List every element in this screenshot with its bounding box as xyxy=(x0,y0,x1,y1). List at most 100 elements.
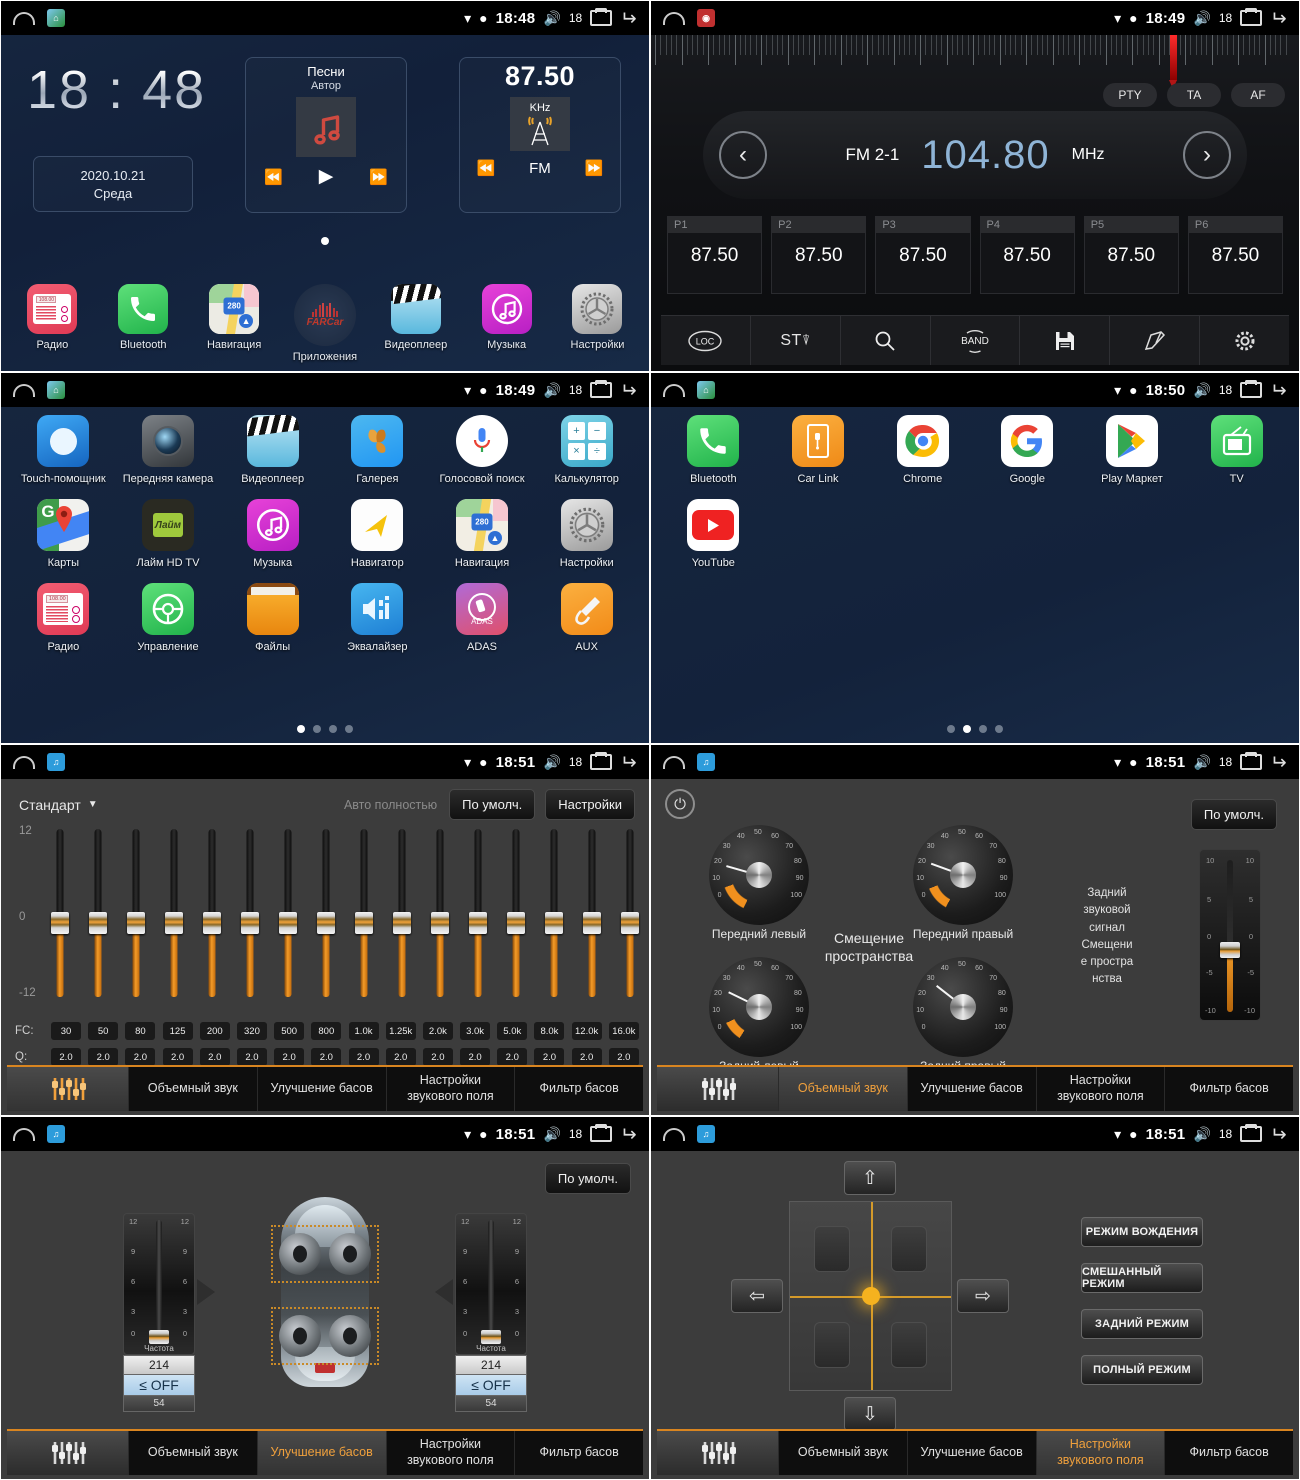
arrow-left-icon[interactable]: ⇦ xyxy=(731,1279,783,1313)
eq-slider-band[interactable] xyxy=(279,829,297,997)
eq-frequency-cell[interactable]: 800 xyxy=(311,1022,342,1040)
eq-q-cell[interactable]: 2.0 xyxy=(125,1048,156,1066)
eq-slider-thumb[interactable] xyxy=(279,912,297,934)
dock-item-video[interactable]: Видеоплеер xyxy=(376,284,456,363)
eq-slider-thumb[interactable] xyxy=(621,912,639,934)
back-arrow-icon[interactable]: ↵ xyxy=(1270,6,1287,31)
tab-equalizer[interactable] xyxy=(657,1431,779,1475)
app-front-camera[interactable]: Передняя камера xyxy=(116,415,221,485)
app-calculator[interactable]: + − × ÷ Калькулятор xyxy=(534,415,639,485)
eq-slider-thumb[interactable] xyxy=(51,912,69,934)
dock-item-radio[interactable]: 108.00 Радио xyxy=(12,284,92,363)
eq-slider-band[interactable] xyxy=(241,829,259,997)
eq-slider-band[interactable] xyxy=(51,829,69,997)
app-bluetooth[interactable]: Bluetooth xyxy=(661,415,766,485)
surround-default-button[interactable]: По умолч. xyxy=(1190,799,1277,830)
recents-icon[interactable] xyxy=(1240,380,1263,398)
eq-slider-band[interactable] xyxy=(583,829,601,997)
eq-slider-thumb[interactable] xyxy=(431,912,449,934)
back-arrow-icon[interactable]: ↵ xyxy=(1270,378,1287,403)
bass-state[interactable]: ≤ OFF xyxy=(123,1375,195,1396)
eq-frequency-cell[interactable]: 200 xyxy=(199,1022,230,1040)
tab-bass-boost[interactable]: Улучшение басов xyxy=(257,1431,387,1475)
eq-q-cell[interactable]: 2.0 xyxy=(422,1048,453,1066)
dock-item-navigation[interactable]: 280 ▲ Навигация xyxy=(194,284,274,363)
knob-rear-left[interactable]: Задний левый 0102030405060708090100 xyxy=(709,957,809,1073)
af-button[interactable]: AF xyxy=(1231,83,1285,107)
equalizer-icon[interactable]: ♫ xyxy=(697,753,715,771)
eq-frequency-cell[interactable]: 5.0k xyxy=(497,1022,528,1040)
mode-driving[interactable]: РЕЖИМ ВОЖДЕНИЯ xyxy=(1081,1217,1203,1247)
bass-value[interactable]: 214 xyxy=(455,1355,527,1375)
recents-icon[interactable] xyxy=(1240,8,1263,26)
eq-slider-band[interactable] xyxy=(203,829,221,997)
home-outline-icon[interactable] xyxy=(13,755,35,769)
eq-q-cell[interactable]: 2.0 xyxy=(385,1048,416,1066)
tab-surround[interactable]: Объемный звук xyxy=(129,1067,258,1111)
app-google[interactable]: Google xyxy=(975,415,1080,485)
eq-slider-band[interactable] xyxy=(127,829,145,997)
recents-icon[interactable] xyxy=(590,752,613,770)
stereo-icon[interactable]: ST ⍒ xyxy=(751,316,841,365)
save-floppy-icon[interactable] xyxy=(1020,316,1111,365)
eq-q-cell[interactable]: 2.0 xyxy=(534,1048,565,1066)
music-widget[interactable]: Песни Автор ⏪ ▶ ⏩ xyxy=(245,57,407,213)
tab-equalizer[interactable] xyxy=(657,1067,779,1111)
eq-slider-band[interactable] xyxy=(507,829,525,997)
eq-frequency-cell[interactable]: 3.0k xyxy=(460,1022,491,1040)
tab-surround[interactable]: Объемный звук xyxy=(779,1067,908,1111)
app-aux[interactable]: AUX xyxy=(534,583,639,653)
home-outline-icon[interactable] xyxy=(663,755,685,769)
tab-sound-field[interactable]: Настройки звукового поля xyxy=(387,1067,516,1111)
chevron-right-icon[interactable]: › xyxy=(1183,131,1231,179)
eq-frequency-cell[interactable]: 2.0k xyxy=(422,1022,453,1040)
home-outline-icon[interactable] xyxy=(663,11,685,25)
knob-front-right[interactable]: Передний правый 0 10 20 30 40 50 60 70 80 90 100 xyxy=(913,825,1013,941)
app-lime-hd-tv[interactable]: Лайм Лайм HD TV xyxy=(116,499,221,569)
bass-state[interactable]: ≤ OFF xyxy=(455,1375,527,1396)
eq-slider-band[interactable] xyxy=(393,829,411,997)
bass-low-value[interactable]: 54 xyxy=(123,1396,195,1412)
tab-bass-filter[interactable]: Фильтр басов xyxy=(1165,1431,1293,1475)
eq-frequency-cell[interactable]: 1.25k xyxy=(385,1022,416,1040)
eq-frequency-cell[interactable]: 50 xyxy=(88,1022,119,1040)
app-settings[interactable]: Настройки xyxy=(534,499,639,569)
eq-slider-thumb[interactable] xyxy=(89,912,107,934)
eq-slider-thumb[interactable] xyxy=(127,912,145,934)
arrow-down-icon[interactable]: ⇩ xyxy=(844,1397,896,1431)
app-voice-search[interactable]: Голосовой поиск xyxy=(430,415,535,485)
eq-q-cell[interactable]: 2.0 xyxy=(460,1048,491,1066)
knob-front-left[interactable]: Передний левый 0 10 20 30 40 50 60 70 80 90 100 xyxy=(709,825,809,941)
back-arrow-icon[interactable]: ↵ xyxy=(620,1122,637,1147)
sound-field-position-dot[interactable] xyxy=(861,1287,880,1305)
eq-q-cell[interactable]: 2.0 xyxy=(162,1048,193,1066)
app-car-link[interactable]: Car Link xyxy=(766,415,871,485)
bass-value[interactable]: 214 xyxy=(123,1355,195,1375)
app-gallery[interactable]: Галерея xyxy=(325,415,430,485)
back-arrow-icon[interactable]: ↵ xyxy=(1270,1122,1287,1147)
tab-bass-filter[interactable]: Фильтр басов xyxy=(515,1431,643,1475)
tab-sound-field[interactable]: Настройки звукового поля xyxy=(387,1431,516,1475)
tab-surround[interactable]: Объемный звук xyxy=(779,1431,908,1475)
app-equalizer[interactable]: Эквалайзер xyxy=(325,583,430,653)
eq-frequency-cell[interactable]: 30 xyxy=(51,1022,81,1040)
eq-slider-band[interactable] xyxy=(317,829,335,997)
eq-slider-band[interactable] xyxy=(545,829,563,997)
tab-bass-filter[interactable]: Фильтр басов xyxy=(1165,1067,1293,1111)
eq-slider-band[interactable] xyxy=(469,829,487,997)
bass-low-value[interactable]: 54 xyxy=(455,1396,527,1412)
recents-icon[interactable] xyxy=(590,8,613,26)
house-app-icon[interactable]: ⌂ xyxy=(47,381,65,399)
eq-slider-thumb[interactable] xyxy=(317,912,335,934)
app-files[interactable]: Файлы xyxy=(220,583,325,653)
eq-slider-thumb[interactable] xyxy=(469,912,487,934)
knob-rear-right[interactable]: Задний правый 0102030405060708090100 xyxy=(913,957,1013,1073)
home-outline-icon[interactable] xyxy=(13,11,35,25)
dock-item-apps[interactable]: FARCar Приложения xyxy=(285,284,365,363)
bass-meter-left[interactable]: 12 12 9 9 6 6 3 3 0 0 Частота 214 ≤ OFF … xyxy=(123,1213,195,1412)
arrow-right-icon[interactable]: ⇨ xyxy=(957,1279,1009,1313)
search-icon[interactable] xyxy=(841,316,931,365)
bass-default-button[interactable]: По умолч. xyxy=(544,1163,631,1194)
tab-bass-boost[interactable]: Улучшение басов xyxy=(908,1067,1037,1111)
home-outline-icon[interactable] xyxy=(663,383,685,397)
